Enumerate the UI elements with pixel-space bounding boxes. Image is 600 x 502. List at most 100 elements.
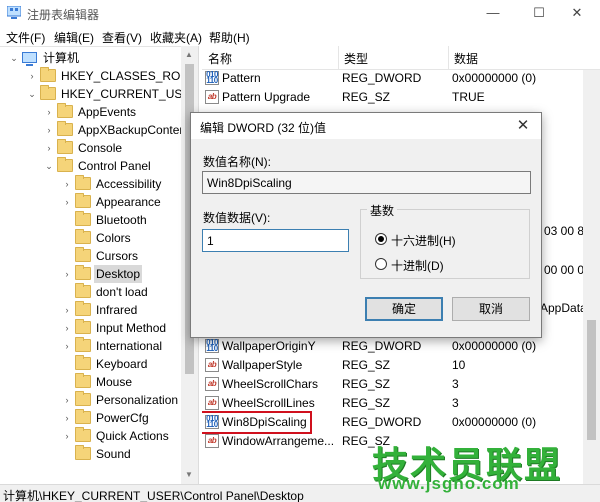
expand-icon[interactable]: › xyxy=(61,301,73,319)
reg-sz-icon: ab xyxy=(205,358,219,372)
tree-item-label: AppEvents xyxy=(78,105,137,119)
computer-icon xyxy=(22,52,37,66)
expand-icon[interactable]: › xyxy=(43,121,55,139)
scrollbar-thumb[interactable] xyxy=(587,320,596,440)
column-divider[interactable] xyxy=(338,46,339,70)
collapse-icon[interactable]: ⌄ xyxy=(8,49,20,67)
list-row[interactable]: ab Pattern Upgrade REG_SZ TRUE xyxy=(202,88,600,107)
value-data: 10 xyxy=(452,358,466,372)
value-data: 0x00000000 (0) xyxy=(452,339,537,353)
column-divider[interactable] xyxy=(448,46,449,70)
expand-icon[interactable]: › xyxy=(61,337,73,355)
tree-item-label: Desktop xyxy=(94,265,143,283)
column-header-type[interactable]: 类型 xyxy=(344,50,368,67)
tree-item-label: Control Panel xyxy=(78,159,151,173)
tree-item-label: Appearance xyxy=(96,195,161,209)
menu-view[interactable]: 查看(V) xyxy=(102,29,142,46)
collapse-icon[interactable]: ⌄ xyxy=(26,85,38,103)
close-button[interactable]: ✕ xyxy=(554,0,600,26)
tree-item-label: Colors xyxy=(96,231,131,245)
menu-help[interactable]: 帮助(H) xyxy=(209,29,250,46)
tree-item-label: 计算机 xyxy=(43,51,80,65)
reg-dword-icon: 010 110 xyxy=(205,70,219,85)
column-header-name[interactable]: 名称 xyxy=(208,50,232,67)
tree-item-label: AppXBackupContentType xyxy=(78,123,198,137)
dialog-title-bar: 编辑 DWORD (32 位)值 ✕ xyxy=(191,113,541,139)
tree-item-label: Cursors xyxy=(96,249,139,263)
tree-item-label: Input Method xyxy=(96,321,167,335)
hex-radio-label[interactable]: 十六进制(H) xyxy=(391,232,456,249)
minimize-button[interactable]: — xyxy=(470,0,516,26)
value-data-label: 数值数据(V): xyxy=(203,211,271,225)
hex-radio[interactable] xyxy=(375,233,387,245)
expand-icon[interactable]: › xyxy=(61,175,73,193)
list-row[interactable]: ab WheelScrollChars REG_SZ 3 xyxy=(202,375,600,394)
dialog-title: 编辑 DWORD (32 位)值 xyxy=(200,121,327,135)
list-row[interactable]: ab WallpaperStyle REG_SZ 10 xyxy=(202,356,600,375)
cancel-button[interactable]: 取消 xyxy=(452,297,530,321)
folder-icon xyxy=(75,211,91,226)
folder-icon xyxy=(75,319,91,334)
tree-item-label: Console xyxy=(78,141,123,155)
folder-icon xyxy=(40,67,56,82)
menu-file[interactable]: 文件(F) xyxy=(6,29,45,46)
reg-sz-icon: ab xyxy=(205,377,219,391)
list-row[interactable]: 010 110 WallpaperOriginY REG_DWORD 0x0000… xyxy=(202,337,600,356)
folder-icon xyxy=(75,283,91,298)
status-path: 计算机\HKEY_CURRENT_USER\Control Panel\Desk… xyxy=(3,489,304,502)
value-type: REG_DWORD xyxy=(342,415,422,429)
folder-icon xyxy=(57,157,73,172)
value-type: REG_SZ xyxy=(342,358,391,372)
registry-tree[interactable]: ⌄ 计算机 › HKEY_CLASSES_ROOT ⌄ HKEY_CURRENT… xyxy=(0,46,198,484)
value-name: WheelScrollLines xyxy=(222,396,315,410)
scroll-down-icon[interactable]: ▼ xyxy=(185,470,193,479)
expand-icon[interactable]: › xyxy=(43,139,55,157)
ok-button[interactable]: 确定 xyxy=(365,297,443,321)
menu-bar: 文件(F) 编辑(E) 查看(V) 收藏夹(A) 帮助(H) xyxy=(0,26,600,46)
expand-icon[interactable]: › xyxy=(61,265,73,283)
value-data: 3 xyxy=(452,396,459,410)
list-header: 名称 类型 数据 xyxy=(202,46,600,70)
folder-icon xyxy=(75,193,91,208)
folder-icon xyxy=(75,445,91,460)
folder-icon xyxy=(75,247,91,262)
dec-radio[interactable] xyxy=(375,258,387,270)
dialog-close-button[interactable]: ✕ xyxy=(511,117,535,135)
tree-item-label: Quick Actions xyxy=(96,429,169,443)
value-name-field[interactable] xyxy=(202,171,531,194)
tree-item-label: Infrared xyxy=(96,303,138,317)
scroll-up-icon[interactable]: ▲ xyxy=(185,50,193,59)
dec-radio-label[interactable]: 十进制(D) xyxy=(391,257,444,274)
expand-icon[interactable]: › xyxy=(61,193,73,211)
list-scrollbar[interactable] xyxy=(583,70,600,484)
watermark-url: www.jsgho.com xyxy=(378,474,520,493)
highlight-annotation xyxy=(202,411,312,434)
menu-favorites[interactable]: 收藏夹(A) xyxy=(150,29,202,46)
expand-icon[interactable]: › xyxy=(61,319,73,337)
window-title: 注册表编辑器 xyxy=(27,8,100,22)
column-header-data[interactable]: 数据 xyxy=(454,50,478,67)
reg-sz-icon: ab xyxy=(205,396,219,410)
edit-dword-dialog: 编辑 DWORD (32 位)值 ✕ 数值名称(N): 数值数据(V): 基数 … xyxy=(190,112,542,338)
folder-icon xyxy=(75,175,91,190)
expand-icon[interactable]: › xyxy=(61,391,73,409)
folder-icon xyxy=(40,85,56,100)
expand-icon[interactable]: › xyxy=(43,103,55,121)
tree-item-label: Accessibility xyxy=(96,177,162,191)
folder-icon xyxy=(75,391,91,406)
tree-item-label: Mouse xyxy=(96,375,133,389)
folder-icon xyxy=(75,355,91,370)
value-data-field[interactable] xyxy=(202,229,349,252)
folder-icon xyxy=(75,229,91,244)
expand-icon[interactable]: › xyxy=(26,67,38,85)
reg-dword-icon: 010 110 xyxy=(205,338,219,353)
collapse-icon[interactable]: ⌄ xyxy=(43,157,55,175)
menu-edit[interactable]: 编辑(E) xyxy=(54,29,94,46)
expand-icon[interactable]: › xyxy=(61,427,73,445)
value-name: WallpaperStyle xyxy=(222,358,303,372)
expand-icon[interactable]: › xyxy=(61,409,73,427)
value-name: Pattern Upgrade xyxy=(222,90,311,104)
list-row[interactable]: 010 110 Pattern REG_DWORD 0x00000000 (0) xyxy=(202,69,600,88)
tree-item-label: don't load xyxy=(96,285,148,299)
folder-icon xyxy=(75,373,91,388)
